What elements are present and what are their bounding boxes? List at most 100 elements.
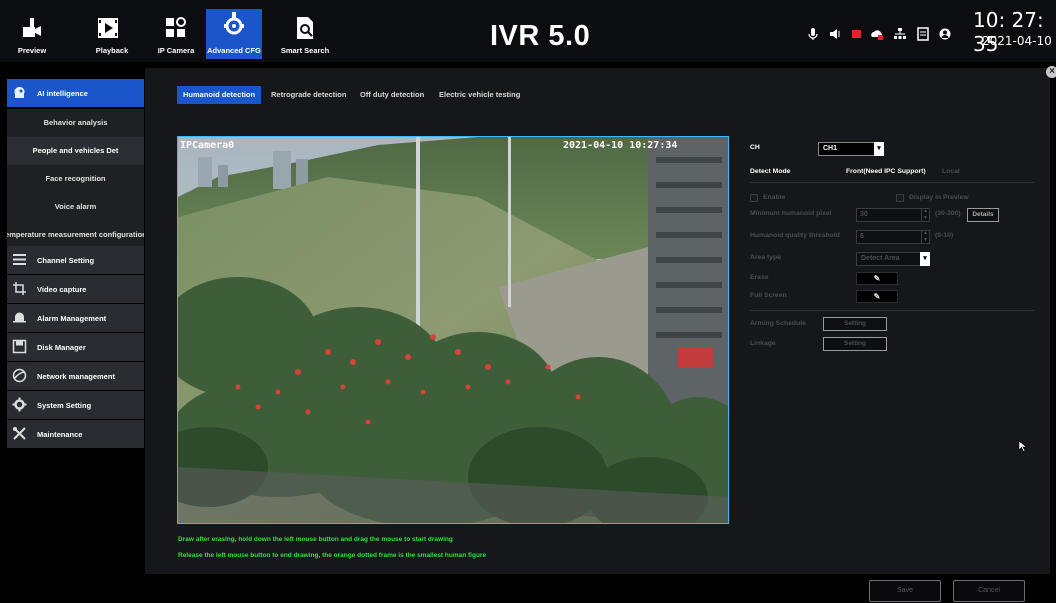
smart-search-icon [297,17,313,39]
camera-name-overlay: IPCamera0 [180,140,235,151]
erase-label: Erase [750,274,769,281]
sidebar-sub-temperature-config[interactable]: Temperature measurement configuration [7,221,144,249]
sidebar-sub-people-vehicles[interactable]: People and vehicles Det [7,137,144,165]
ai-head-icon [14,86,25,98]
tab-retrograde-detection[interactable]: Retrograde detection [265,86,352,104]
area-type-label: Area type [750,254,781,261]
clock-time: 10: 27: 35 [973,8,1044,56]
linkage-setting-button[interactable]: Setting [823,337,887,351]
camera-scene-image [178,137,728,523]
close-icon[interactable]: × [1046,66,1056,78]
hdd-icon[interactable] [916,27,930,41]
nav-preview-label: Preview [17,46,47,55]
ch-select-value: CH1 [823,145,838,152]
ch-select[interactable]: CH1 ▾ [818,142,884,156]
nav-ip-camera-label: IP Camera [157,46,195,55]
sidebar-item-network-management[interactable]: Network management [7,362,144,390]
quality-label: Humanoid quality threshold [750,232,840,239]
sidebar-sub-face-recognition[interactable]: Face recognition [7,165,144,193]
nav-ip-camera[interactable]: IP Camera [148,9,204,59]
gear-icon [12,397,27,412]
channel-setting-icon [13,254,26,265]
sidebar-item-label: Network management [37,372,115,381]
quality-value: 6 [860,233,864,240]
preview-icon [23,18,41,37]
pencil-icon: ✎ [873,274,881,283]
video-timestamp-overlay: 2021-04-10 10:27:34 [563,140,678,151]
enable-label: Enable [763,194,786,201]
microphone-icon[interactable] [806,27,820,41]
sidebar-sub-behavior-analysis[interactable]: Behavior analysis [7,109,144,137]
nav-advanced-cfg-label: Advanced CFG [207,46,261,55]
mouse-cursor-icon [1018,440,1028,452]
app-title: IVR 5.0 [490,20,591,52]
details-button[interactable]: Details [967,208,999,222]
network-icon[interactable] [893,27,907,41]
disk-icon [12,339,27,354]
enable-checkbox[interactable] [750,194,758,202]
sidebar-item-label: Disk Manager [37,343,86,352]
sidebar-item-label: Maintenance [37,430,83,439]
nav-smart-search-label: Smart Search [280,46,330,55]
linkage-label: Linkage [750,340,776,347]
chevron-down-icon: ▾ [874,142,884,156]
globe-icon [12,368,27,383]
sidebar-item-alarm-management[interactable]: Alarm Management [7,304,144,332]
ip-camera-icon [166,17,186,37]
alarm-bell-icon [13,312,26,323]
spinner-icon[interactable]: ▲ ▼ [921,208,929,222]
nav-advanced-cfg[interactable]: Advanced CFG [206,9,262,59]
min-pixel-label: Minimum humanoid pixel [750,210,832,217]
nav-preview[interactable]: Preview [4,9,60,59]
detect-mode-label: Detect Mode [750,168,791,175]
min-pixel-value: 30 [860,211,868,218]
tab-electric-vehicle-testing[interactable]: Electric vehicle testing [433,86,526,104]
detect-mode-local[interactable]: Local [942,168,960,175]
form-divider [750,310,1034,311]
cloud-icon[interactable] [870,27,884,41]
tab-off-duty-detection[interactable]: Off duty detection [354,86,430,104]
save-button[interactable]: Save [869,580,941,602]
user-icon[interactable] [938,27,952,41]
clock-date: 2021-04-10 [982,34,1052,48]
quality-input[interactable]: 6 ▲ ▼ [856,230,930,244]
sidebar-item-ai-intelligence[interactable]: AI intelligence [7,79,144,107]
speaker-icon[interactable] [828,27,842,41]
sidebar-sub-voice-alarm[interactable]: Voice alarm [7,193,144,221]
top-bar: Preview Playback IP Camera Advanced CFG … [0,0,1056,62]
record-icon[interactable] [850,27,864,41]
sidebar-item-channel-setting[interactable]: Channel Setting [7,246,144,274]
nav-playback[interactable]: Playback [80,9,136,59]
sidebar-sub-temperature-text: Temperature measurement configuration [7,230,144,239]
tools-icon [13,427,26,440]
sidebar-item-video-capture[interactable]: Video capture [7,275,144,303]
arming-label: Arming Schedule [750,320,806,327]
area-type-value: Detect Area [861,255,900,262]
sidebar-item-label: AI intelligence [37,89,88,98]
quality-range: (0-10) [935,232,954,239]
detect-mode-value[interactable]: Front(Need IPC Support) [846,168,926,175]
chevron-down-icon: ▾ [920,252,930,266]
drawing-hint-1: Draw after erasing, hold down the left m… [178,536,453,543]
cancel-button[interactable]: Cancel [953,580,1025,602]
pencil-icon: ✎ [873,292,881,301]
erase-button[interactable]: ✎ [856,272,898,285]
nav-smart-search[interactable]: Smart Search [277,9,333,59]
sidebar: AI intelligence Behavior analysis People… [7,79,144,539]
sidebar-item-label: Channel Setting [37,256,95,265]
display-preview-label: Display in Preview [909,194,969,201]
sidebar-item-label: System Setting [37,401,92,410]
sidebar-item-maintenance[interactable]: Maintenance [7,420,144,448]
camera-video-view[interactable]: IPCamera0 2021-04-10 10:27:34 [177,136,729,524]
area-type-select[interactable]: Detect Area ▾ [856,252,930,266]
tab-humanoid-detection[interactable]: Humanoid detection [177,86,262,104]
display-preview-checkbox[interactable] [896,194,904,202]
spinner-icon[interactable]: ▲ ▼ [921,230,929,244]
sidebar-item-label: Alarm Management [37,314,107,323]
min-pixel-input[interactable]: 30 ▲ ▼ [856,208,930,222]
sidebar-item-disk-manager[interactable]: Disk Manager [7,333,144,361]
full-screen-button[interactable]: ✎ [856,290,898,303]
ch-label: CH [750,144,760,151]
sidebar-item-system-setting[interactable]: System Setting [7,391,144,419]
arming-setting-button[interactable]: Setting [823,317,887,331]
